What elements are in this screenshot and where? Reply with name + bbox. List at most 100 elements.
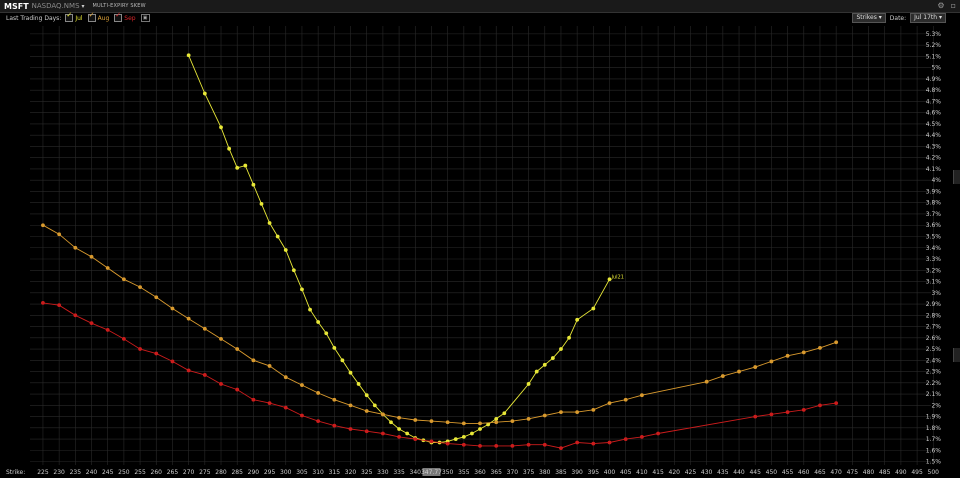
- data-point[interactable]: [202, 91, 207, 96]
- data-point[interactable]: [138, 347, 142, 351]
- data-point[interactable]: [154, 295, 159, 300]
- data-point[interactable]: [219, 125, 223, 130]
- data-point[interactable]: [364, 393, 369, 398]
- data-point[interactable]: [453, 437, 458, 442]
- data-point[interactable]: [445, 420, 450, 425]
- data-point[interactable]: [413, 437, 418, 442]
- data-point[interactable]: [607, 440, 612, 445]
- data-point[interactable]: [478, 427, 482, 431]
- data-point[interactable]: [656, 431, 660, 436]
- data-point[interactable]: [291, 268, 296, 273]
- data-point[interactable]: [235, 387, 240, 392]
- data-point[interactable]: [202, 326, 207, 331]
- data-point[interactable]: [769, 359, 774, 364]
- data-point[interactable]: [89, 321, 94, 326]
- data-point[interactable]: [397, 415, 401, 420]
- data-point[interactable]: [283, 405, 288, 410]
- data-point[interactable]: [348, 403, 353, 408]
- data-point[interactable]: [575, 440, 580, 445]
- data-point[interactable]: [607, 401, 612, 405]
- data-point[interactable]: [364, 409, 369, 413]
- data-point[interactable]: [534, 369, 539, 374]
- data-point[interactable]: [348, 370, 353, 375]
- data-point[interactable]: [591, 306, 596, 311]
- data-point[interactable]: [720, 374, 725, 378]
- data-point[interactable]: [73, 313, 78, 318]
- data-point[interactable]: [478, 421, 482, 426]
- data-point[interactable]: [494, 420, 499, 425]
- data-point[interactable]: [121, 337, 126, 341]
- data-point[interactable]: [332, 397, 337, 402]
- data-point[interactable]: [526, 442, 531, 447]
- data-point[interactable]: [57, 303, 62, 308]
- data-point[interactable]: [494, 443, 499, 448]
- data-point[interactable]: [251, 182, 256, 187]
- data-point[interactable]: [785, 410, 790, 414]
- data-point[interactable]: [356, 382, 361, 386]
- data-point[interactable]: [405, 431, 410, 436]
- data-point[interactable]: [324, 331, 329, 336]
- data-point[interactable]: [138, 285, 142, 290]
- data-point[interactable]: [526, 416, 531, 421]
- data-point[interactable]: [785, 353, 790, 358]
- data-point[interactable]: [704, 379, 709, 384]
- data-point[interactable]: [550, 356, 555, 360]
- data-point[interactable]: [526, 382, 531, 386]
- data-point[interactable]: [834, 340, 839, 345]
- data-point[interactable]: [283, 248, 288, 252]
- data-point[interactable]: [801, 350, 806, 355]
- data-point[interactable]: [364, 429, 369, 434]
- data-point[interactable]: [834, 401, 839, 405]
- data-point[interactable]: [575, 410, 580, 414]
- data-point[interactable]: [267, 401, 272, 405]
- data-point[interactable]: [105, 266, 110, 270]
- data-point[interactable]: [818, 403, 822, 408]
- data-point[interactable]: [542, 442, 547, 447]
- data-point[interactable]: [348, 427, 353, 431]
- data-point[interactable]: [41, 301, 45, 305]
- data-point[interactable]: [623, 397, 628, 402]
- data-point[interactable]: [429, 439, 434, 444]
- data-point[interactable]: [429, 419, 434, 423]
- data-point[interactable]: [300, 413, 304, 418]
- data-point[interactable]: [502, 411, 507, 416]
- data-point[interactable]: [243, 163, 248, 168]
- data-point[interactable]: [57, 232, 62, 237]
- data-point[interactable]: [510, 419, 515, 423]
- data-point[interactable]: [769, 412, 774, 417]
- data-point[interactable]: [753, 365, 758, 369]
- data-point[interactable]: [640, 434, 644, 439]
- data-point[interactable]: [591, 407, 596, 412]
- data-point[interactable]: [259, 201, 264, 206]
- data-point[interactable]: [591, 441, 596, 446]
- data-point[interactable]: [41, 223, 45, 228]
- data-point[interactable]: [575, 317, 580, 322]
- data-point[interactable]: [397, 427, 401, 431]
- data-point[interactable]: [753, 414, 758, 419]
- data-point[interactable]: [332, 423, 337, 428]
- data-point[interactable]: [559, 410, 563, 414]
- data-point[interactable]: [494, 416, 499, 421]
- data-point[interactable]: [219, 337, 223, 341]
- data-point[interactable]: [623, 437, 628, 442]
- data-point[interactable]: [105, 328, 110, 332]
- data-point[interactable]: [397, 434, 401, 439]
- data-point[interactable]: [380, 431, 385, 436]
- data-point[interactable]: [445, 441, 450, 446]
- data-point[interactable]: [510, 443, 515, 448]
- data-point[interactable]: [308, 307, 312, 312]
- data-point[interactable]: [559, 446, 563, 451]
- data-point[interactable]: [251, 358, 256, 363]
- data-point[interactable]: [316, 391, 321, 395]
- data-point[interactable]: [89, 254, 94, 259]
- data-point[interactable]: [542, 413, 547, 418]
- data-point[interactable]: [219, 382, 223, 386]
- data-point[interactable]: [461, 442, 466, 447]
- data-point[interactable]: [251, 397, 256, 402]
- data-point[interactable]: [73, 245, 78, 250]
- data-point[interactable]: [559, 347, 563, 351]
- data-point[interactable]: [461, 421, 466, 426]
- data-point[interactable]: [801, 407, 806, 412]
- data-point[interactable]: [470, 431, 474, 436]
- data-point[interactable]: [300, 383, 304, 387]
